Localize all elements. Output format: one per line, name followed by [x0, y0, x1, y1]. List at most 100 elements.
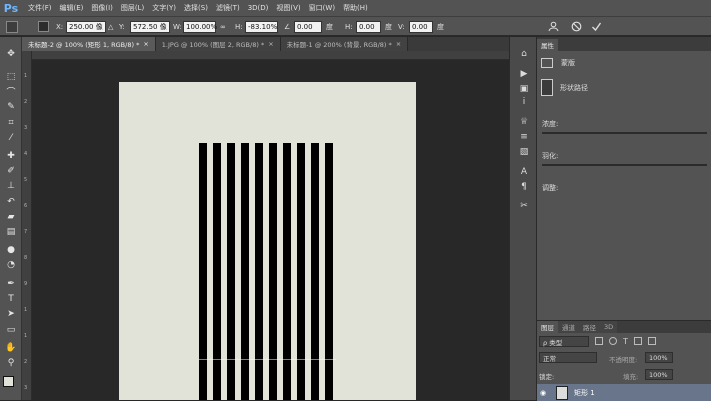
stripe-rect[interactable] [311, 143, 319, 400]
type-tool-icon[interactable]: T [4, 292, 18, 305]
character-panel-icon[interactable]: A [517, 165, 531, 178]
tab-properties[interactable]: 属性 [537, 39, 558, 51]
stripe-rect[interactable] [241, 143, 249, 400]
cancel-transform-icon[interactable] [571, 20, 582, 33]
menu-image[interactable]: 图像(I) [91, 3, 113, 13]
pen-tool-icon[interactable]: ✒ [4, 277, 18, 290]
x-input[interactable]: 250.00 像 [66, 20, 106, 33]
layer-comps-icon[interactable]: ▣ [517, 82, 531, 95]
menu-3d[interactable]: 3D(D) [248, 4, 269, 12]
crop-tool-icon[interactable]: ⌗ [4, 116, 18, 129]
lasso-tool-icon[interactable]: ⌒ [4, 85, 18, 98]
stripe-rect[interactable] [213, 143, 221, 400]
tools-panel: ✥ ⬚ ⌒ ✎ ⌗ ⁄ ✚ ✐ ⊥ ↶ ▰ ▤ ● ◔ ✒ T ➤ ▭ ✋ ⚲ [0, 37, 22, 400]
shape-path-row[interactable]: 形状路径 [541, 79, 711, 96]
tab-untitled-2[interactable]: 未标题-2 @ 100% (矩形 1, RGB/8) * × [22, 37, 156, 51]
type-filter-icon[interactable]: T [623, 337, 628, 346]
close-icon[interactable]: × [268, 40, 273, 48]
density-slider[interactable] [542, 132, 707, 134]
vskew-unit: 度 [437, 22, 444, 31]
layer-kind-filter[interactable]: ρ 类型 [539, 336, 589, 347]
adjustment-filter-icon[interactable] [609, 337, 617, 345]
hskew-input[interactable]: 0.00 [356, 20, 381, 33]
ruler-label: 7 [24, 229, 28, 235]
blend-mode-select[interactable]: 正常 [539, 352, 597, 363]
dodge-tool-icon[interactable]: ◔ [4, 258, 18, 271]
w-input[interactable]: 100.00% [183, 20, 217, 33]
close-icon[interactable]: × [396, 40, 401, 48]
layer-thumbnail [556, 385, 568, 400]
move-tool-icon[interactable]: ✥ [4, 47, 18, 60]
stripe-rect[interactable] [283, 143, 291, 400]
feather-slider[interactable] [542, 164, 707, 166]
paragraph-panel-icon[interactable]: ¶ [517, 180, 531, 193]
foreground-color-swatch[interactable] [3, 376, 14, 387]
history-brush-tool-icon[interactable]: ↶ [4, 195, 18, 208]
menu-help[interactable]: 帮助(H) [343, 3, 368, 13]
reference-point-icon[interactable] [38, 20, 49, 33]
menu-window[interactable]: 窗口(W) [309, 3, 335, 13]
menu-edit[interactable]: 编辑(E) [60, 3, 84, 13]
commit-transform-icon[interactable] [591, 20, 602, 33]
brush-tool-icon[interactable]: ✐ [4, 164, 18, 177]
zoom-tool-icon[interactable]: ⚲ [4, 356, 18, 369]
stripe-rect[interactable] [227, 143, 235, 400]
stripe-rect[interactable] [269, 143, 277, 400]
tab-paths[interactable]: 路径 [579, 321, 600, 333]
eraser-tool-icon[interactable]: ▰ [4, 210, 18, 223]
menu-file[interactable]: 文件(F) [28, 3, 52, 13]
mask-row[interactable]: 蒙版 [541, 58, 711, 68]
document-canvas[interactable] [119, 82, 416, 400]
menu-filter[interactable]: 滤镜(T) [216, 3, 240, 13]
tab-channels[interactable]: 通道 [558, 321, 579, 333]
stripe-rect[interactable] [255, 143, 263, 400]
smart-object-filter-icon[interactable] [647, 337, 656, 345]
stripe-rect[interactable] [325, 143, 333, 400]
rectangle-tool-icon[interactable]: ▭ [4, 323, 18, 336]
tab-label: 1.JPG @ 100% (图层 2, RGB/8) * [161, 41, 265, 49]
quick-select-tool-icon[interactable]: ✎ [4, 100, 18, 113]
blur-tool-icon[interactable]: ● [4, 243, 18, 256]
menu-select[interactable]: 选择(S) [184, 3, 208, 13]
menu-layer[interactable]: 图层(L) [121, 3, 144, 13]
clone-stamp-tool-icon[interactable]: ⊥ [4, 179, 18, 192]
h-input[interactable]: -83.10% [245, 20, 278, 33]
tool-presets-icon[interactable]: ✂ [517, 199, 531, 212]
tool-preset-picker[interactable] [6, 20, 18, 33]
shape-filter-icon[interactable] [633, 337, 642, 345]
pixel-filter-icon[interactable] [595, 337, 603, 345]
warp-mode-icon[interactable] [548, 20, 559, 33]
menu-type[interactable]: 文字(Y) [152, 3, 176, 13]
tab-3d[interactable]: 3D [600, 321, 618, 333]
brush-presets-icon[interactable]: ♕ [517, 115, 531, 128]
close-icon[interactable]: × [143, 40, 148, 48]
tab-layers[interactable]: 图层 [537, 321, 558, 333]
delta-icon[interactable]: △ [108, 23, 113, 31]
tab-1-jpg[interactable]: 1.JPG @ 100% (图层 2, RGB/8) * × [155, 37, 281, 51]
marquee-tool-icon[interactable]: ⬚ [4, 70, 18, 83]
w-label: W: [173, 22, 182, 31]
y-input[interactable]: 572.50 像 [130, 20, 170, 33]
history-panel-icon[interactable]: ⌂ [517, 47, 531, 60]
link-icon[interactable]: ∞ [220, 23, 226, 31]
gradient-tool-icon[interactable]: ▤ [4, 225, 18, 238]
opacity-input[interactable]: 100% [645, 352, 673, 363]
info-panel-icon[interactable]: i [517, 95, 531, 108]
path-selection-tool-icon[interactable]: ➤ [4, 307, 18, 320]
menu-view[interactable]: 视图(V) [276, 3, 300, 13]
styles-panel-icon[interactable]: ▧ [517, 145, 531, 158]
visibility-eye-icon[interactable]: ◉ [540, 389, 548, 397]
stripe-rect[interactable] [199, 143, 207, 400]
vskew-input[interactable]: 0.00 [409, 20, 433, 33]
adjustments-panel-icon[interactable]: ≡ [517, 130, 531, 143]
layer-row-rectangle-1[interactable]: ◉ 矩形 1 [537, 384, 711, 401]
actions-panel-icon[interactable]: ▶ [517, 67, 531, 80]
fill-input[interactable]: 100% [645, 369, 673, 380]
opacity-label: 不透明度: [609, 356, 638, 364]
healing-brush-tool-icon[interactable]: ✚ [4, 149, 18, 162]
stripe-rect[interactable] [297, 143, 305, 400]
hand-tool-icon[interactable]: ✋ [4, 341, 18, 354]
angle-input[interactable]: 0.00 [294, 20, 322, 33]
eyedropper-tool-icon[interactable]: ⁄ [4, 131, 18, 144]
tab-untitled-1[interactable]: 未标题-1 @ 200% (背景, RGB/8) * × [280, 37, 409, 51]
